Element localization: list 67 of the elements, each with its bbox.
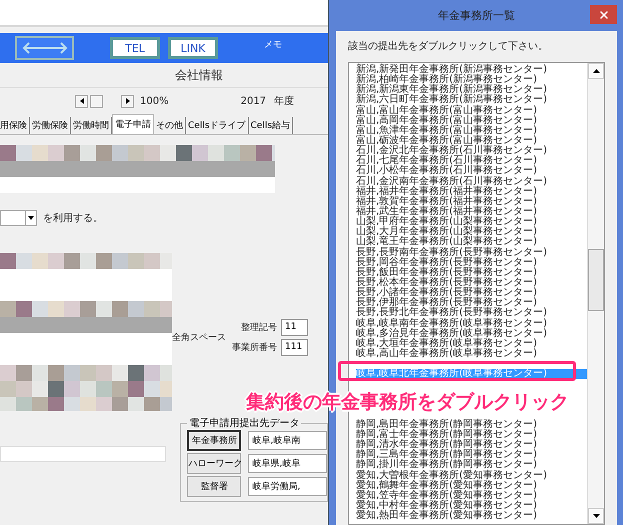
- list-item[interactable]: 愛知,大曽根年金事務所(愛知事務センター): [356, 470, 587, 481]
- office-button[interactable]: 監督署: [187, 476, 242, 497]
- scroll-left-button[interactable]: [75, 94, 88, 108]
- usage-text: を利用する。: [43, 212, 103, 225]
- input-field[interactable]: 11: [281, 318, 308, 336]
- list-item[interactable]: 岐阜,高山年金事務所(岐阜事務センター): [356, 348, 587, 360]
- list-item[interactable]: 愛知,鶴舞年金事務所(愛知事務センター): [356, 480, 587, 491]
- year-unit: 年度: [274, 94, 294, 108]
- office-button[interactable]: ハローワーク: [187, 453, 242, 474]
- close-button[interactable]: [590, 5, 617, 24]
- memo-label: メモ: [264, 39, 282, 51]
- input-field[interactable]: [0, 446, 166, 462]
- tab[interactable]: Cellsドライブ: [186, 117, 249, 134]
- list-item[interactable]: 愛知,熱田年金事務所(愛知事務センター): [356, 511, 587, 522]
- space-note: 全角スペース: [172, 332, 226, 344]
- list-item[interactable]: 静岡,掛川年金事務所(静岡事務センター): [356, 460, 587, 471]
- scroll-thumb[interactable]: [588, 249, 604, 311]
- year-value: 2017: [240, 96, 266, 106]
- office-field[interactable]: 岐阜県,岐阜: [248, 454, 327, 473]
- left-arrow-icon: [80, 98, 84, 104]
- list-item[interactable]: 富山,高岡年金事務所(富山事務センター): [356, 116, 587, 126]
- scroll-thumb[interactable]: [90, 94, 103, 108]
- group-title: 電子申請用提出先データ: [188, 416, 300, 430]
- list-item[interactable]: 富山,魚津年金事務所(富山事務センター): [356, 126, 587, 136]
- list-item[interactable]: 長野,長野南年金事務所(長野事務センター): [356, 248, 587, 258]
- scroll-up-button[interactable]: [588, 63, 604, 79]
- form-title: 会社情報: [175, 66, 223, 84]
- tab[interactable]: 労働保険: [30, 117, 71, 134]
- tab[interactable]: 用保険: [0, 117, 30, 134]
- scroll-right-button[interactable]: [121, 94, 134, 108]
- office-button[interactable]: 年金事務所: [187, 430, 242, 451]
- double-arrow-icon: [22, 42, 68, 54]
- tab[interactable]: Cells給与: [248, 117, 294, 134]
- field-label: 事業所番号: [232, 342, 277, 354]
- dialog-title: 年金事務所一覧: [438, 8, 515, 23]
- toolbar-button[interactable]: TEL: [110, 37, 160, 59]
- list-item[interactable]: 長野,飯田年金事務所(長野事務センター): [356, 268, 587, 278]
- list-item[interactable]: 石川,小松年金事務所(石川事務センター): [356, 166, 587, 177]
- field-label: 整理記号: [241, 322, 277, 334]
- close-icon: [598, 8, 610, 20]
- list-item[interactable]: 新潟,六日町年金事務所(新潟事務センター): [356, 95, 587, 106]
- tab[interactable]: 電子申請: [112, 114, 154, 134]
- list-item[interactable]: 岐阜,多治見年金事務所(岐阜事務センター): [356, 328, 587, 339]
- office-field[interactable]: 岐阜労働局,: [248, 477, 327, 496]
- input-field[interactable]: 111: [281, 338, 308, 356]
- list-item[interactable]: 福井,敦賀年金事務所(福井事務センター): [356, 196, 587, 207]
- list-item[interactable]: 長野,岡谷年金事務所(長野事務センター): [356, 258, 587, 268]
- dropdown[interactable]: [0, 210, 37, 226]
- resize-button[interactable]: [15, 36, 74, 60]
- down-arrow-icon: [592, 514, 600, 518]
- list-item[interactable]: 長野,長野北年金事務所(長野事務センター): [356, 308, 587, 319]
- scroll-down-button[interactable]: [588, 508, 604, 524]
- list-item[interactable]: 富山,富山年金事務所(富山事務センター): [356, 106, 587, 116]
- toolbar-button[interactable]: LINK: [168, 37, 218, 59]
- right-arrow-icon: [126, 98, 130, 104]
- instruction-text: 該当の提出先をダブルクリックして下さい。: [348, 40, 549, 53]
- caret-icon: [28, 216, 34, 220]
- office-field[interactable]: 岐阜,岐阜南: [248, 431, 327, 450]
- list-item[interactable]: 石川,金沢南年金事務所(石川事務センター): [356, 176, 587, 187]
- zoom-level: 100%: [140, 96, 169, 106]
- list-item[interactable]: 福井,福井年金事務所(福井事務センター): [356, 186, 587, 197]
- list-item[interactable]: 山梨,竜王年金事務所(山梨事務センター): [356, 237, 587, 248]
- list-item[interactable]: 岐阜,岐阜南年金事務所(岐阜事務センター): [356, 318, 587, 329]
- list-item[interactable]: 岐阜,大垣年金事務所(岐阜事務センター): [356, 338, 587, 349]
- tab[interactable]: その他: [154, 117, 186, 134]
- tab[interactable]: 労働時間: [71, 117, 112, 134]
- up-arrow-icon: [592, 69, 600, 73]
